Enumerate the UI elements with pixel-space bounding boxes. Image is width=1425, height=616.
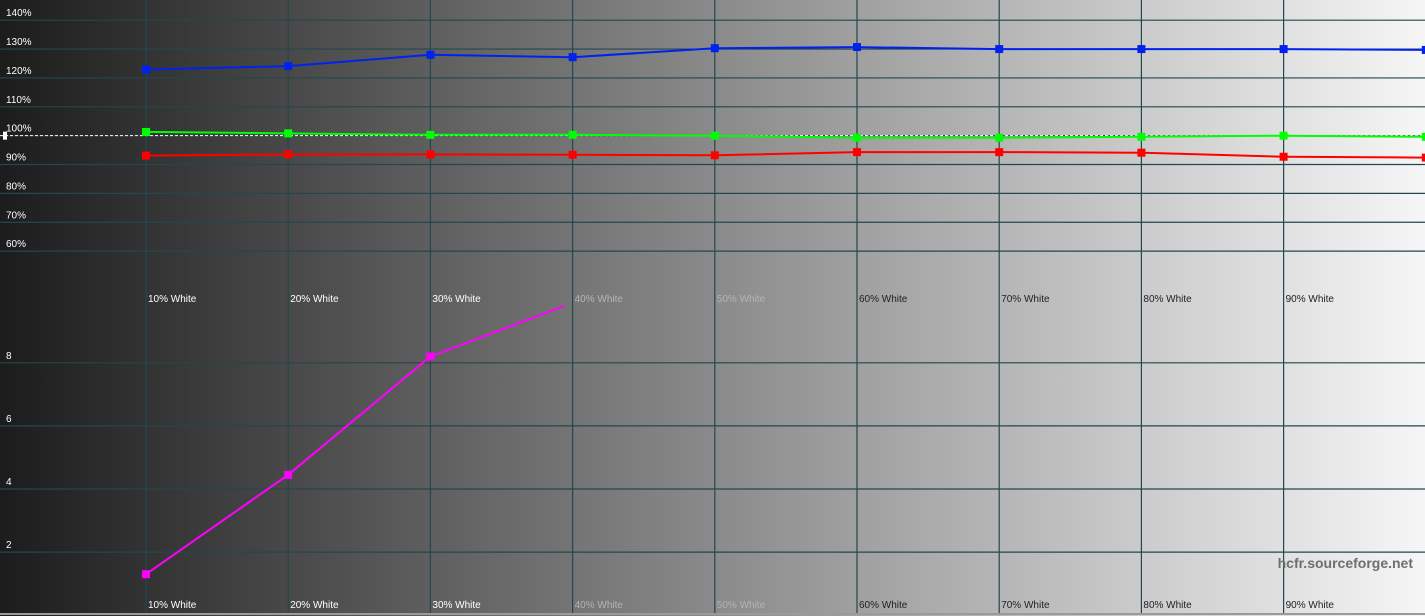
y-tick-label: 90%	[6, 153, 26, 164]
x-tick-label: 80% White	[1143, 294, 1192, 305]
y-tick-label: 130%	[6, 37, 32, 48]
y-tick-label: 8	[6, 351, 12, 362]
data-point	[995, 45, 1004, 54]
chart-background	[0, 0, 1425, 616]
x-tick-label: 30% White	[432, 294, 481, 305]
y-tick-label: 110%	[6, 95, 31, 106]
data-point	[1279, 131, 1288, 140]
data-point	[853, 43, 861, 52]
x-tick-label: 20% White	[290, 600, 339, 611]
data-point	[995, 133, 1004, 142]
data-point	[284, 150, 293, 159]
data-point	[568, 53, 577, 62]
y-tick-label: 100%	[6, 124, 32, 135]
y-tick-label: 140%	[6, 8, 32, 19]
data-point	[710, 44, 719, 53]
watermark: hcfr.sourceforge.net	[1278, 555, 1414, 571]
x-tick-label: 20% White	[290, 294, 339, 305]
x-tick-label: 90% White	[1286, 600, 1335, 611]
data-point	[142, 151, 150, 160]
data-point	[853, 148, 861, 157]
y-tick-label: 80%	[6, 181, 26, 192]
data-point	[568, 130, 577, 139]
data-point	[142, 65, 150, 74]
x-tick-label: 90% White	[1286, 294, 1335, 305]
data-point	[426, 150, 435, 159]
data-point	[426, 50, 435, 59]
chart-root: 140% 130% 120% 110% 100% 90% 80% 70% 60% 8 6 4 2 10%…	[0, 0, 1425, 616]
data-point	[426, 352, 435, 361]
y-tick-label: 60%	[6, 239, 26, 250]
data-point	[1279, 152, 1288, 161]
y-tick-label: 4	[6, 477, 12, 488]
x-tick-label: 10% White	[148, 600, 197, 611]
y-tick-label: 70%	[6, 210, 26, 221]
x-tick-label: 40% White	[575, 294, 624, 305]
x-tick-label: 30% White	[432, 600, 481, 611]
data-point	[995, 148, 1004, 157]
data-point	[1137, 148, 1146, 157]
data-point	[710, 131, 719, 140]
x-tick-label: 60% White	[859, 294, 908, 305]
x-tick-label: 50% White	[717, 600, 766, 611]
data-point	[710, 151, 719, 160]
data-point	[142, 570, 150, 579]
x-tick-label: 80% White	[1143, 600, 1192, 611]
y-tick-label: 120%	[6, 66, 32, 77]
data-point	[1279, 45, 1288, 54]
x-tick-label: 40% White	[575, 600, 624, 611]
x-tick-label: 60% White	[859, 600, 908, 611]
data-point	[1137, 132, 1146, 141]
data-point	[568, 150, 577, 159]
data-point	[426, 130, 435, 139]
x-tick-label: 10% White	[148, 294, 197, 305]
y-tick-label: 6	[6, 414, 12, 425]
data-point	[1137, 45, 1146, 54]
x-tick-label: 50% White	[717, 294, 766, 305]
data-point	[284, 470, 293, 479]
y-tick-label: 2	[6, 540, 12, 551]
data-point	[284, 62, 293, 71]
data-point	[853, 133, 861, 142]
data-point	[142, 127, 150, 136]
x-tick-label: 70% White	[1001, 600, 1050, 611]
x-tick-label: 70% White	[1001, 294, 1050, 305]
data-point	[284, 129, 293, 138]
